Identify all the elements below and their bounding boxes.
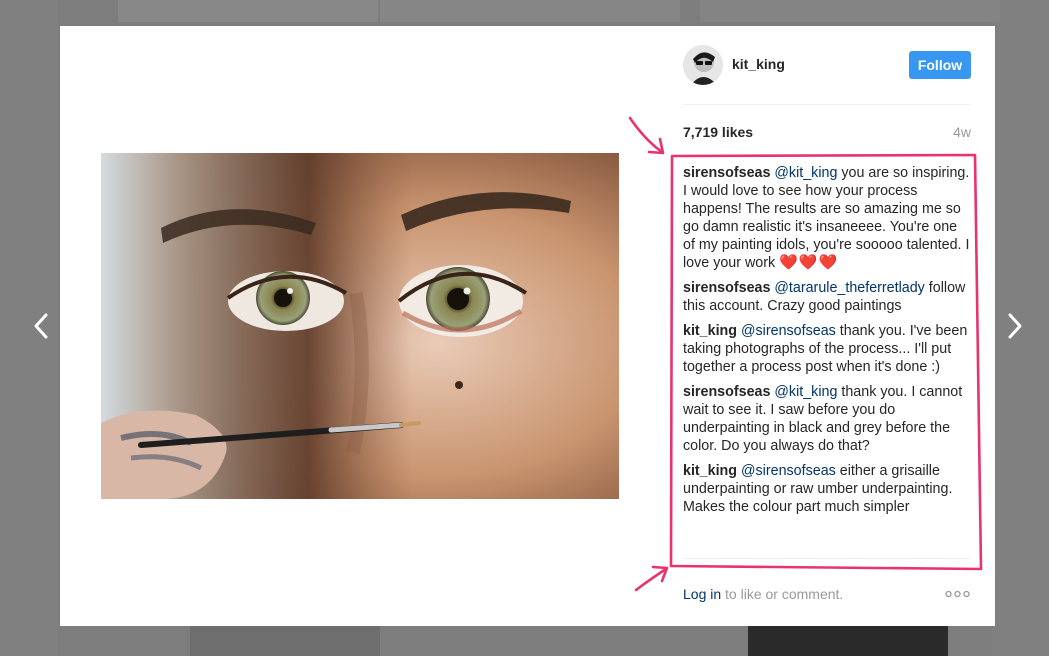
login-prompt: Log in to like or comment. [683, 586, 843, 602]
post-photo [101, 153, 619, 499]
chevron-left-icon [34, 313, 48, 339]
post-footer: Log in to like or comment. [683, 558, 971, 627]
post-age[interactable]: 4w [953, 124, 971, 140]
likes-row: 7,719 likes 4w [683, 124, 971, 144]
comment-author[interactable]: sirensofseas [683, 165, 770, 181]
comment-author[interactable]: sirensofseas [683, 280, 770, 296]
comment: sirensofseas @kit_king you are so inspir… [683, 164, 971, 272]
comment-author[interactable]: kit_king [683, 463, 737, 479]
next-post-button[interactable] [1002, 310, 1028, 342]
more-horizontal-icon [945, 590, 970, 598]
comment-mention[interactable]: @sirensofseas [741, 463, 836, 479]
background-thumbnail [118, 0, 378, 22]
comment: sirensofseas @kit_king thank you. I cann… [683, 383, 971, 455]
comment: kit_king @sirensofseas thank you. I've b… [683, 322, 971, 376]
background-thumbnail [700, 0, 1000, 22]
more-options-button[interactable] [945, 585, 971, 603]
background-thumbnail [748, 626, 948, 656]
chevron-right-icon [1008, 313, 1022, 339]
comment-mention[interactable]: @kit_king [774, 384, 837, 400]
background-thumbnail [190, 626, 380, 656]
painting-image [101, 153, 619, 499]
comment-author[interactable]: kit_king [683, 323, 737, 339]
post-header: kit_king Follow [683, 26, 971, 105]
avatar-image [683, 45, 723, 85]
likes-count[interactable]: 7,719 likes [683, 124, 753, 140]
post-media [60, 26, 660, 626]
post-author-username[interactable]: kit_king [732, 56, 785, 72]
comment: kit_king @sirensofseas either a grisaill… [683, 462, 971, 516]
avatar[interactable] [683, 45, 723, 85]
comment-mention[interactable]: @sirensofseas [741, 323, 836, 339]
media-next-button[interactable] [620, 312, 646, 338]
chevron-right-circle-icon [630, 319, 637, 331]
comment-author[interactable]: sirensofseas [683, 384, 770, 400]
post-modal: kit_king Follow 7,719 likes 4w sirensofs… [60, 26, 995, 626]
login-link[interactable]: Log in [683, 586, 721, 602]
previous-post-button[interactable] [28, 310, 54, 342]
comments-list[interactable]: sirensofseas @kit_king you are so inspir… [683, 164, 971, 558]
post-sidebar: kit_king Follow 7,719 likes 4w sirensofs… [683, 26, 971, 626]
login-prompt-text: to like or comment. [721, 586, 844, 602]
follow-button[interactable]: Follow [909, 51, 971, 79]
comment: sirensofseas @tararule_theferretlady fol… [683, 279, 971, 315]
background-thumbnail [380, 0, 680, 22]
comment-mention[interactable]: @kit_king [774, 165, 837, 181]
heart-emoji: ❤️❤️❤️ [779, 254, 839, 271]
comment-mention[interactable]: @tararule_theferretlady [774, 280, 924, 296]
